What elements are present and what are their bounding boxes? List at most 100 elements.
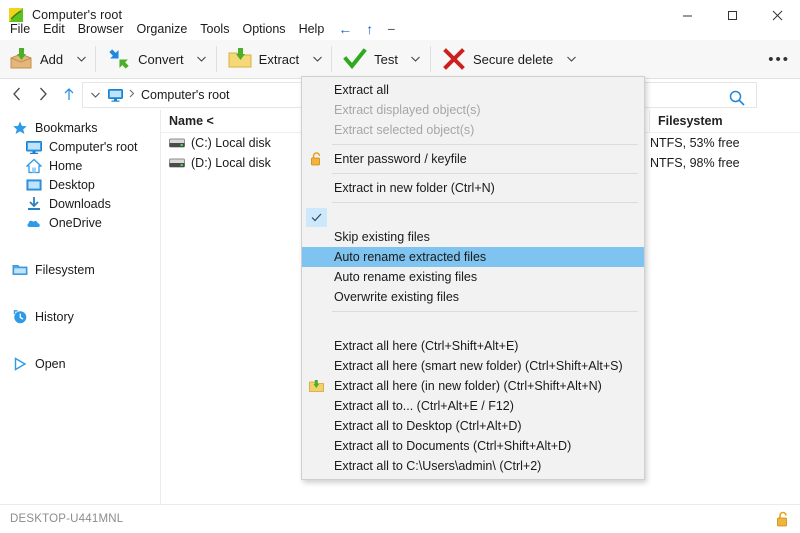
extract-dropdown-caret-icon[interactable]: [305, 40, 329, 78]
extract-folder-icon: [302, 376, 330, 396]
navigate-back-button[interactable]: [4, 81, 30, 107]
menu-item-label: Extract all: [334, 83, 389, 97]
menu-item-label: Enter password / keyfile: [334, 152, 467, 166]
sidebar-item-open[interactable]: Open: [0, 354, 160, 373]
path-history-caret-icon[interactable]: [83, 90, 108, 101]
menu-item-label: Overwrite existing files: [334, 290, 459, 304]
back-arrow-icon[interactable]: ←: [331, 22, 359, 36]
peazip-window: Computer's root File Edit Browser Organi…: [0, 0, 800, 533]
breadcrumb-path-label[interactable]: Computer's root: [141, 88, 230, 102]
toolbar-separator: [95, 46, 96, 72]
extract-folder-icon: [227, 46, 253, 72]
convert-arrows-icon: [106, 46, 132, 72]
sidebar-item-desktop[interactable]: Desktop: [0, 175, 160, 194]
menu-item-overwrite-existing-files[interactable]: Auto rename existing files: [302, 267, 644, 287]
convert-dropdown-caret-icon[interactable]: [190, 40, 214, 78]
add-button[interactable]: Add: [0, 40, 69, 78]
menu-item-extract-all-to-users-admin-desktop[interactable]: Extract all to C:\Users\admin\ (Ctrl+2): [302, 456, 644, 476]
menu-item-extract-all-here[interactable]: [302, 316, 644, 336]
secure-delete-button-label: Secure delete: [473, 52, 553, 67]
menu-item-label: Extract selected object(s): [334, 123, 474, 137]
menu-item-extract-all-to-users-admin[interactable]: Extract all to Documents (Ctrl+Shift+Alt…: [302, 436, 644, 456]
sidebar-item-downloads[interactable]: Downloads: [0, 194, 160, 213]
sidebar-item-home[interactable]: Home: [0, 156, 160, 175]
desktop-icon: [26, 177, 42, 193]
check-icon: [306, 208, 327, 227]
menu-item-auto-rename-existing-files[interactable]: Auto rename extracted files: [302, 247, 644, 267]
add-button-label: Add: [40, 52, 63, 67]
toolbar-overflow-button[interactable]: •••: [768, 40, 790, 78]
lock-icon[interactable]: [776, 511, 790, 527]
play-icon: [12, 356, 28, 372]
menu-item-extract-all-to-documents[interactable]: Extract all to Desktop (Ctrl+Alt+D): [302, 416, 644, 436]
column-header-filesystem[interactable]: Filesystem: [650, 110, 723, 132]
up-arrow-icon[interactable]: ↑: [359, 22, 380, 36]
sidebar-item-onedrive[interactable]: OneDrive: [0, 213, 160, 232]
menu-item-skip-existing-files[interactable]: [302, 207, 644, 227]
extract-button[interactable]: Extract: [219, 40, 305, 78]
secure-delete-dropdown-caret-icon[interactable]: [559, 40, 583, 78]
sidebar-item-computers-root[interactable]: Computer's root: [0, 137, 160, 156]
sidebar: Bookmarks Computer's root Home: [0, 110, 161, 505]
sidebar-item-history[interactable]: History: [0, 307, 160, 326]
sidebar-item-label: Filesystem: [35, 263, 95, 277]
add-dropdown-caret-icon[interactable]: [69, 40, 93, 78]
star-icon: [12, 120, 28, 136]
file-row-filesystem-cell: NTFS, 53% free: [641, 136, 740, 150]
menu-edit[interactable]: Edit: [37, 20, 71, 38]
extract-button-label: Extract: [259, 52, 299, 67]
menu-item-label: Skip existing files: [334, 230, 430, 244]
sidebar-item-label: Computer's root: [49, 140, 138, 154]
disk-icon: [169, 137, 185, 150]
menu-item-extract-in-new-folder[interactable]: Extract in new folder (Ctrl+N): [302, 178, 644, 198]
navigate-up-button[interactable]: [56, 81, 82, 107]
menu-item-auto-rename-extracted-files[interactable]: Skip existing files: [302, 227, 644, 247]
sidebar-item-label: Bookmarks: [35, 121, 98, 135]
status-bar: DESKTOP-U441MNL: [0, 504, 800, 533]
search-icon[interactable]: [728, 89, 748, 109]
menu-item-label: Extract all to Desktop (Ctrl+Alt+D): [334, 419, 522, 433]
menu-item-extract-all-here-in-new-folder[interactable]: Extract all here (smart new folder) (Ctr…: [302, 356, 644, 376]
navigate-forward-button[interactable]: [30, 81, 56, 107]
file-row-filesystem-cell: NTFS, 98% free: [641, 156, 740, 170]
menu-tools[interactable]: Tools: [194, 20, 235, 38]
menu-item-enter-password-keyfile[interactable]: Enter password / keyfile: [302, 149, 644, 169]
menu-separator: [332, 173, 638, 174]
menu-help[interactable]: Help: [293, 20, 331, 38]
menu-item-extract-all-to-desktop[interactable]: Extract all to... (Ctrl+Alt+E / F12): [302, 396, 644, 416]
computer-icon[interactable]: [108, 89, 123, 102]
sidebar-item-label: Open: [35, 357, 66, 371]
sidebar-item-bookmarks[interactable]: Bookmarks: [0, 118, 160, 137]
menu-options[interactable]: Options: [236, 20, 291, 38]
menu-item-extract-all-to[interactable]: Extract all here (in new folder) (Ctrl+S…: [302, 376, 644, 396]
toolbar-convert-group: Convert: [98, 40, 214, 78]
toolbar-extract-group: Extract: [219, 40, 329, 78]
menu-separator: [332, 144, 638, 145]
menu-organize[interactable]: Organize: [131, 20, 194, 38]
menu-file[interactable]: File: [4, 20, 36, 38]
toolbar-test-group: Test: [334, 40, 428, 78]
menu-item-ask-before-overwriting[interactable]: Overwrite existing files: [302, 287, 644, 307]
toolbar: Add Convert: [0, 40, 800, 79]
test-dropdown-caret-icon[interactable]: [404, 40, 428, 78]
sidebar-item-label: Desktop: [49, 178, 95, 192]
menu-item-extract-all-here-smart-new-folder[interactable]: Extract all here (Ctrl+Shift+Alt+E): [302, 336, 644, 356]
convert-button-label: Convert: [138, 52, 184, 67]
menu-browser[interactable]: Browser: [72, 20, 130, 38]
sidebar-gap: [0, 293, 160, 307]
minimize-dash-icon[interactable]: −: [380, 22, 402, 36]
toolbar-secure-delete-group: Secure delete: [433, 40, 583, 78]
menu-item-extract-all[interactable]: Extract all: [302, 80, 644, 100]
menu-item-label: Extract all to Documents (Ctrl+Shift+Alt…: [334, 439, 571, 453]
status-machine-name: DESKTOP-U441MNL: [0, 513, 123, 525]
menu-item-label: Extract all here (smart new folder) (Ctr…: [334, 359, 623, 373]
sidebar-gap: [0, 232, 160, 246]
test-button[interactable]: Test: [334, 40, 404, 78]
menu-bar: File Edit Browser Organize Tools Options…: [0, 18, 800, 40]
menu-item-label: Auto rename existing files: [334, 270, 477, 284]
convert-button[interactable]: Convert: [98, 40, 190, 78]
sidebar-item-label: History: [35, 310, 74, 324]
menu-item-check-gutter: [302, 207, 330, 227]
secure-delete-button[interactable]: Secure delete: [433, 40, 559, 78]
sidebar-item-filesystem[interactable]: Filesystem: [0, 260, 160, 279]
